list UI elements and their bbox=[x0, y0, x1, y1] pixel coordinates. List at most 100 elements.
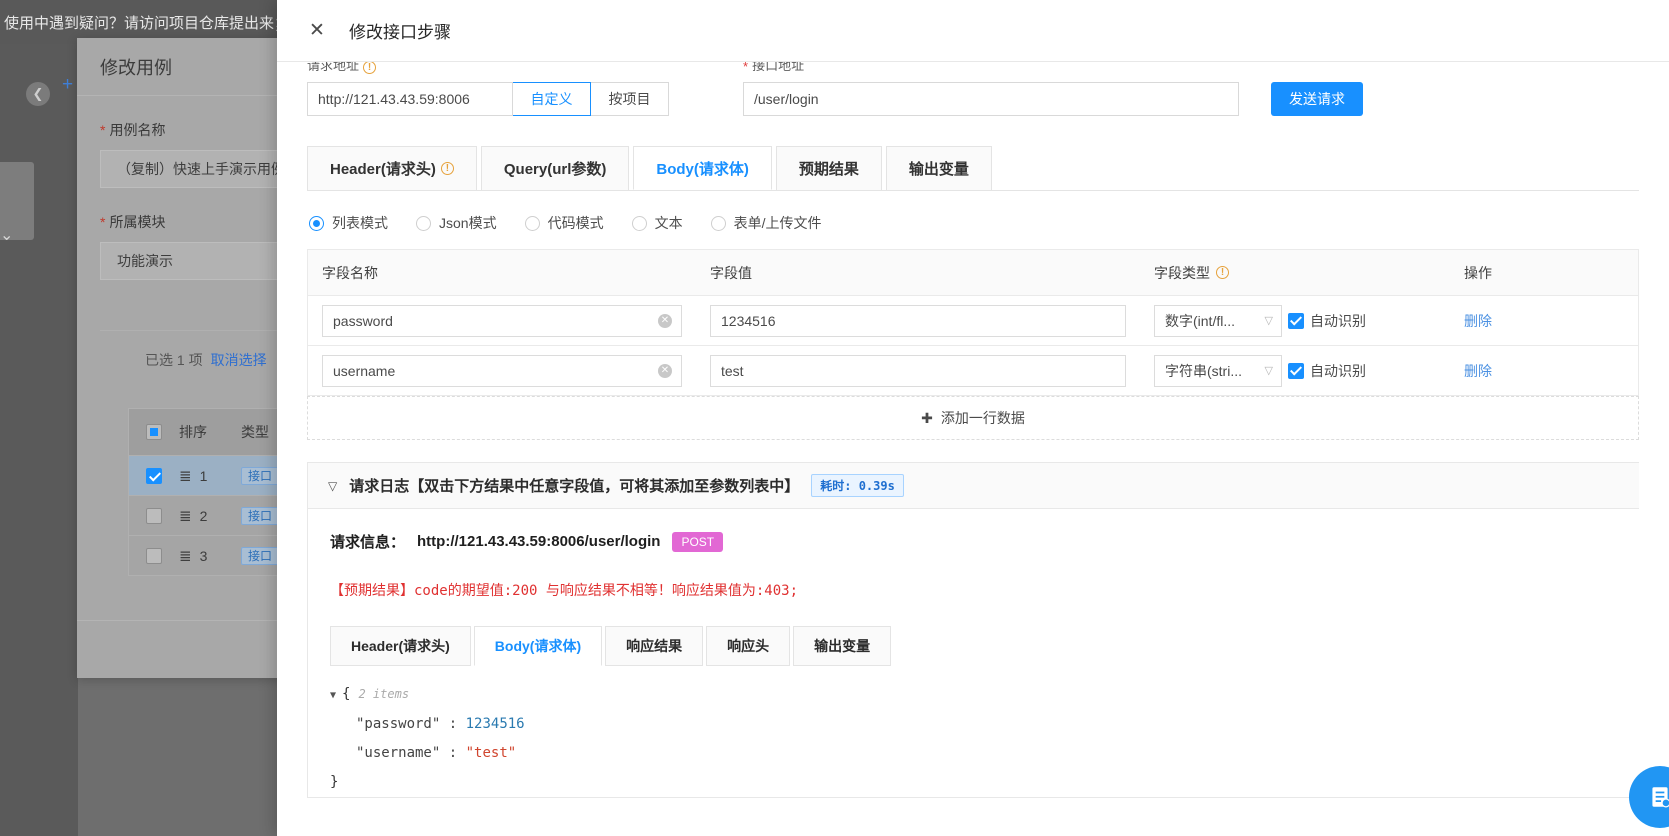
collapse-arrow-icon[interactable]: ❮ bbox=[26, 82, 50, 106]
subtab-body[interactable]: Body(请求体) bbox=[473, 626, 603, 666]
host-label: 请求地址 ! bbox=[307, 62, 669, 74]
row-checkbox[interactable] bbox=[129, 507, 179, 524]
checkbox-checked-icon bbox=[146, 467, 162, 484]
delete-row-button[interactable]: 删除 bbox=[1464, 311, 1492, 331]
field-value-input[interactable]: test bbox=[710, 354, 1126, 387]
radio-list-mode[interactable]: 列表模式 bbox=[309, 213, 388, 233]
json-close-brace: } bbox=[330, 774, 339, 790]
required-star-icon: * bbox=[100, 214, 106, 230]
close-icon[interactable]: ✕ bbox=[307, 21, 327, 41]
chevron-down-icon: ▽ bbox=[1264, 315, 1273, 327]
tab-output-variable[interactable]: 输出变量 bbox=[885, 146, 992, 190]
radio-unselected-icon bbox=[710, 215, 726, 231]
field-type-value: 字符串(stri... bbox=[1165, 362, 1242, 379]
drag-handle-icon[interactable]: ≣ bbox=[179, 547, 192, 565]
delete-row-button[interactable]: 删除 bbox=[1464, 361, 1492, 381]
row-checkbox[interactable] bbox=[129, 547, 179, 564]
response-tabs: Header(请求头) Body(请求体) 响应结果 响应头 输出变量 bbox=[330, 626, 1639, 666]
collapse-triangle-icon[interactable]: ▼ bbox=[330, 690, 336, 701]
subtab-response-header[interactable]: 响应头 bbox=[706, 626, 791, 666]
drag-handle-icon[interactable]: ≣ bbox=[179, 507, 192, 525]
cell-field-name: password ✕ bbox=[308, 304, 696, 337]
parameter-table: 字段名称 字段值 字段类型 ! 操作 password ✕ 1234516 数字… bbox=[307, 249, 1639, 396]
row-order: ≣ 3 bbox=[179, 547, 241, 565]
request-log-body: 请求信息： http://121.43.43.59:8006/user/logi… bbox=[308, 509, 1639, 797]
auto-detect-checkbox[interactable] bbox=[1288, 362, 1304, 379]
header-field-name: 字段名称 bbox=[322, 264, 378, 281]
cell-field-type: 字符串(stri... ▽ 自动识别 bbox=[1140, 354, 1450, 387]
warning-circle-icon: ! bbox=[363, 62, 377, 74]
select-all-checkbox[interactable] bbox=[129, 424, 179, 440]
json-entry[interactable]: "username" : "test" bbox=[330, 739, 1639, 768]
auto-detect-label: 自动识别 bbox=[1310, 312, 1366, 329]
field-value-input[interactable]: 1234516 bbox=[710, 304, 1126, 337]
host-label-text: 请求地址 bbox=[307, 62, 360, 73]
cancel-selection-link[interactable]: 取消选择 bbox=[211, 350, 267, 370]
duration-badge: 耗时: 0.39s bbox=[811, 474, 904, 497]
field-type-select[interactable]: 字符串(stri... ▽ bbox=[1154, 354, 1282, 387]
json-separator: : bbox=[448, 745, 458, 761]
cell-field-value: test bbox=[696, 354, 1140, 387]
tab-query[interactable]: Query(url参数) bbox=[480, 146, 630, 190]
parameter-table-header: 字段名称 字段值 字段类型 ! 操作 bbox=[308, 250, 1638, 296]
tab-body-label: Body(请求体) bbox=[656, 160, 749, 178]
mode-custom-button[interactable]: 自定义 bbox=[513, 82, 591, 116]
host-field-group: 请求地址 ! http://121.43.43.59:8006 自定义 按项目 bbox=[307, 62, 669, 116]
tab-expected-result[interactable]: 预期结果 bbox=[775, 146, 882, 190]
tab-body[interactable]: Body(请求体) bbox=[633, 146, 772, 190]
send-request-button[interactable]: 发送请求 bbox=[1271, 82, 1363, 116]
request-log-title: 请求日志【双击下方结果中任意字段值，可将其添加至参数列表中】 bbox=[349, 478, 800, 495]
radio-form-upload-mode[interactable]: 表单/上传文件 bbox=[710, 213, 821, 233]
cell-field-name: username ✕ bbox=[308, 354, 696, 387]
json-key: "username" bbox=[356, 745, 441, 761]
background-header-order: 排序 bbox=[179, 424, 207, 440]
tab-header-label: Header(请求头) bbox=[330, 161, 436, 178]
path-input[interactable]: /user/login bbox=[743, 82, 1239, 116]
request-url: http://121.43.43.59:8006/user/login bbox=[417, 533, 661, 550]
radio-text-mode-label: 文本 bbox=[654, 215, 683, 231]
row-checkbox[interactable] bbox=[129, 467, 179, 484]
cell-field-type: 数字(int/fl... ▽ 自动识别 bbox=[1140, 304, 1450, 337]
request-info-label: 请求信息： bbox=[330, 534, 406, 551]
radio-json-mode[interactable]: Json模式 bbox=[416, 213, 497, 233]
subtab-header[interactable]: Header(请求头) bbox=[330, 626, 471, 666]
add-plus-icon[interactable]: + bbox=[62, 74, 73, 96]
subtab-response-result[interactable]: 响应结果 bbox=[605, 626, 704, 666]
auto-detect-label: 自动识别 bbox=[1310, 362, 1366, 379]
subtab-output-variable[interactable]: 输出变量 bbox=[793, 626, 892, 666]
background-selection-count: 已选 1 项 bbox=[145, 351, 203, 368]
plus-icon: ✚ bbox=[921, 409, 933, 426]
field-type-select[interactable]: 数字(int/fl... ▽ bbox=[1154, 304, 1282, 337]
radio-code-mode[interactable]: 代码模式 bbox=[524, 213, 604, 233]
radio-text-mode[interactable]: 文本 bbox=[631, 213, 683, 233]
add-row-button[interactable]: ✚ 添加一行数据 bbox=[307, 396, 1639, 440]
field-name-input[interactable]: password ✕ bbox=[322, 304, 682, 337]
path-label: * 接口地址 bbox=[743, 62, 1239, 74]
json-open-brace: { bbox=[342, 686, 351, 702]
json-entry[interactable]: "password" : 1234516 bbox=[330, 710, 1639, 739]
json-separator: : bbox=[448, 716, 458, 732]
mode-project-button[interactable]: 按项目 bbox=[591, 82, 669, 116]
checkbox-indeterminate-icon bbox=[146, 424, 162, 440]
chevron-down-icon[interactable]: ▽ bbox=[328, 479, 337, 493]
tab-header[interactable]: Header(请求头) ! bbox=[307, 146, 477, 190]
background-topbar-text: 使用中遇到疑问？请访问项目仓库提出来； bbox=[4, 14, 290, 32]
edit-api-step-drawer: ✕ 修改接口步骤 请求地址 ! http://121.43.43.59:8006… bbox=[277, 0, 1669, 836]
type-tag: 接口 bbox=[241, 507, 280, 525]
row-order-value: 3 bbox=[199, 547, 208, 564]
cell-action: 删除 bbox=[1450, 361, 1638, 381]
json-value: 1234516 bbox=[465, 716, 525, 732]
clear-icon[interactable]: ✕ bbox=[658, 313, 672, 328]
drawer-header: ✕ 修改接口步骤 bbox=[277, 0, 1669, 62]
request-log-header[interactable]: ▽ 请求日志【双击下方结果中任意字段值，可将其添加至参数列表中】 耗时: 0.3… bbox=[308, 463, 1639, 509]
drag-handle-icon[interactable]: ≣ bbox=[179, 467, 192, 485]
background-label-text: 所属模块 bbox=[109, 214, 166, 230]
field-name-input[interactable]: username ✕ bbox=[322, 354, 682, 387]
background-modal-title: 修改用例 bbox=[100, 57, 172, 78]
host-input[interactable]: http://121.43.43.59:8006 bbox=[307, 82, 513, 116]
request-log-panel: ▽ 请求日志【双击下方结果中任意字段值，可将其添加至参数列表中】 耗时: 0.3… bbox=[307, 462, 1639, 798]
chevron-down-icon-background[interactable]: ⌄ bbox=[0, 225, 13, 245]
json-viewer: ▼ {2 items "password" : 1234516 "username… bbox=[330, 680, 1639, 797]
clear-icon[interactable]: ✕ bbox=[658, 363, 672, 378]
auto-detect-checkbox[interactable] bbox=[1288, 312, 1304, 329]
